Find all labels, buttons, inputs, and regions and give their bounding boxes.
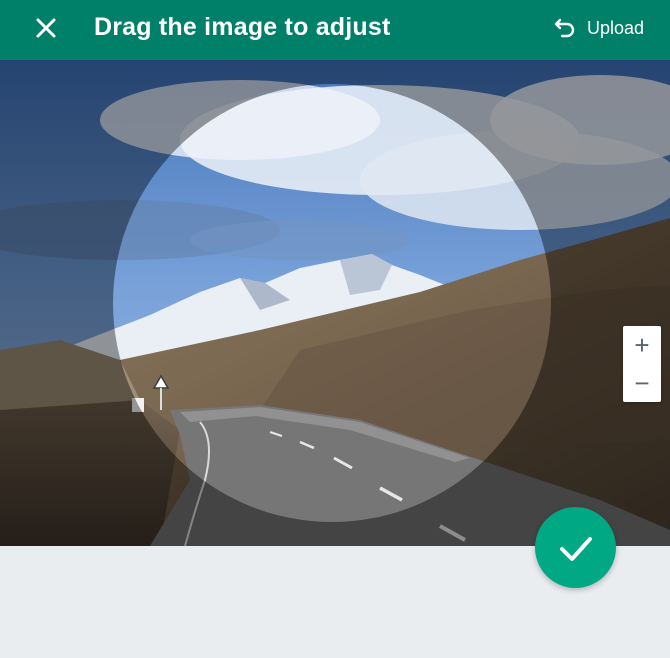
- zoom-controls: + −: [623, 326, 661, 402]
- page-title: Drag the image to adjust: [94, 13, 391, 41]
- zoom-in-button[interactable]: +: [623, 326, 661, 364]
- undo-arrow-icon: [554, 18, 575, 38]
- confirm-button[interactable]: [535, 507, 616, 588]
- close-button[interactable]: [28, 10, 64, 46]
- zoom-out-button[interactable]: −: [623, 364, 661, 402]
- crop-dialog: Drag the image to adjust Upload + −: [0, 0, 670, 658]
- upload-label: Upload: [586, 18, 644, 38]
- landscape-photo: [0, 60, 670, 546]
- checkmark-icon: [559, 536, 592, 561]
- upload-button[interactable]: Upload: [553, 12, 644, 44]
- crop-image-area[interactable]: + −: [0, 60, 670, 546]
- header-bar: Drag the image to adjust Upload: [0, 0, 670, 60]
- close-icon: [36, 18, 56, 38]
